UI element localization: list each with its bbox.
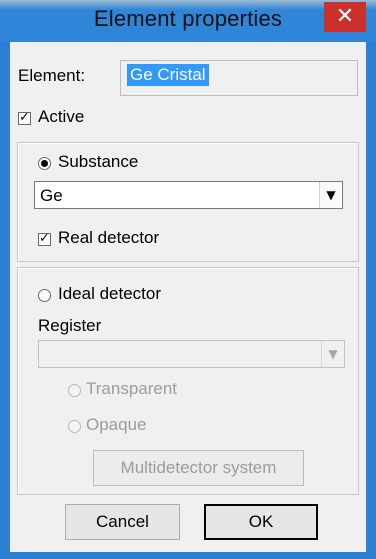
substance-select[interactable]: Ge ▼ xyxy=(34,181,343,209)
dialog-body: Element: Ge Cristal ✓ Active Substance G… xyxy=(10,42,366,552)
transparent-label: Transparent xyxy=(86,379,178,398)
close-icon: ✕ xyxy=(335,4,355,29)
ok-label: OK xyxy=(248,512,274,531)
ideal-detector-radio[interactable] xyxy=(38,289,51,302)
close-button[interactable]: ✕ xyxy=(324,2,366,32)
substance-select-value: Ge xyxy=(40,186,63,205)
active-label: Active xyxy=(38,107,85,126)
multidetector-system-button[interactable]: Multidetector system xyxy=(93,450,304,486)
cancel-label: Cancel xyxy=(96,512,149,531)
transparent-radio[interactable] xyxy=(68,384,81,397)
multidetector-system-label: Multidetector system xyxy=(120,458,277,477)
real-detector-label: Real detector xyxy=(58,228,160,247)
opaque-radio[interactable] xyxy=(68,420,81,433)
substance-group: Substance Ge ▼ ✓ Real detector xyxy=(17,142,359,262)
checkmark-icon: ✓ xyxy=(39,231,50,246)
substance-label: Substance xyxy=(58,152,139,171)
active-checkbox[interactable]: ✓ xyxy=(18,110,31,125)
opaque-label: Opaque xyxy=(86,415,147,434)
chevron-down-icon[interactable]: ▼ xyxy=(319,182,342,208)
real-detector-checkbox[interactable]: ✓ xyxy=(38,231,51,246)
checkmark-icon: ✓ xyxy=(19,110,30,125)
element-name-value: Ge Cristal xyxy=(127,64,209,86)
element-label: Element: xyxy=(18,66,86,85)
ideal-detector-group: Ideal detector Register ▼ Transparent Op… xyxy=(17,267,359,495)
window-title: Element properties xyxy=(93,6,283,31)
substance-radio[interactable] xyxy=(38,157,51,170)
ideal-detector-label: Ideal detector xyxy=(58,284,162,303)
chevron-down-icon[interactable]: ▼ xyxy=(321,341,344,367)
register-select[interactable]: ▼ xyxy=(38,340,345,368)
register-label: Register xyxy=(38,316,102,335)
title-bar[interactable]: Element properties ✕ xyxy=(0,0,376,42)
cancel-button[interactable]: Cancel xyxy=(65,504,180,540)
ok-button[interactable]: OK xyxy=(204,504,318,540)
element-name-field[interactable]: Ge Cristal xyxy=(120,60,358,96)
